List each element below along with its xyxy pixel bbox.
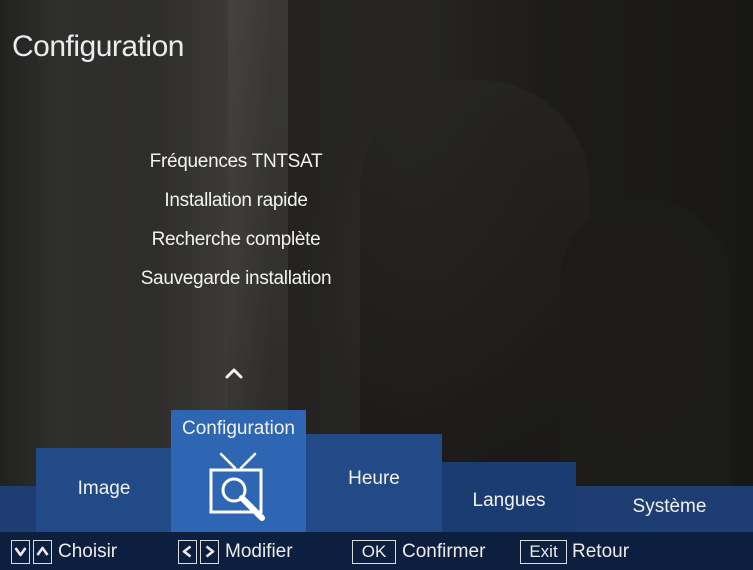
tab-configuration-label: Configuration [181,418,296,439]
help-confirm-label: Confirmer [402,541,486,562]
right-arrow-icon [205,545,215,558]
tab-langues[interactable]: Langues [442,462,576,532]
tab-heure-label: Heure [348,468,400,489]
tab-image-label: Image [77,478,131,499]
tab-configuration[interactable]: Configuration [171,410,306,532]
up-chevron-icon[interactable] [222,364,246,382]
left-arrow-icon [182,545,192,558]
tab-image[interactable]: Image [36,448,172,532]
ok-key[interactable]: OK [352,540,396,564]
submenu-item-installation-rapide[interactable]: Installation rapide [120,181,352,220]
right-key[interactable] [200,540,219,564]
help-modify-label: Modifier [225,541,293,562]
down-key[interactable] [11,540,30,564]
submenu-item-recherche-complete[interactable]: Recherche complète [120,220,352,259]
down-arrow-icon [14,547,27,557]
exit-key[interactable]: Exit [520,540,567,564]
tab-systeme-label: Système [632,496,707,517]
tab-langues-label: Langues [472,490,546,511]
tv-menu-screen: Configuration Fréquences TNTSAT Installa… [0,0,753,570]
up-key[interactable] [33,540,52,564]
help-choose-label: Choisir [58,541,118,562]
screen-title: Configuration [12,30,184,63]
configuration-submenu: Fréquences TNTSAT Installation rapide Re… [120,142,352,298]
tv-search-icon [209,452,265,521]
tab-systeme[interactable]: Système [576,486,753,532]
left-key[interactable] [178,540,197,564]
help-back-label: Retour [572,541,630,562]
up-arrow-icon [36,546,49,556]
submenu-item-frequences-tntsat[interactable]: Fréquences TNTSAT [120,142,352,181]
submenu-item-sauvegarde-installation[interactable]: Sauvegarde installation [120,259,352,298]
tab-heure[interactable]: Heure [306,434,442,532]
